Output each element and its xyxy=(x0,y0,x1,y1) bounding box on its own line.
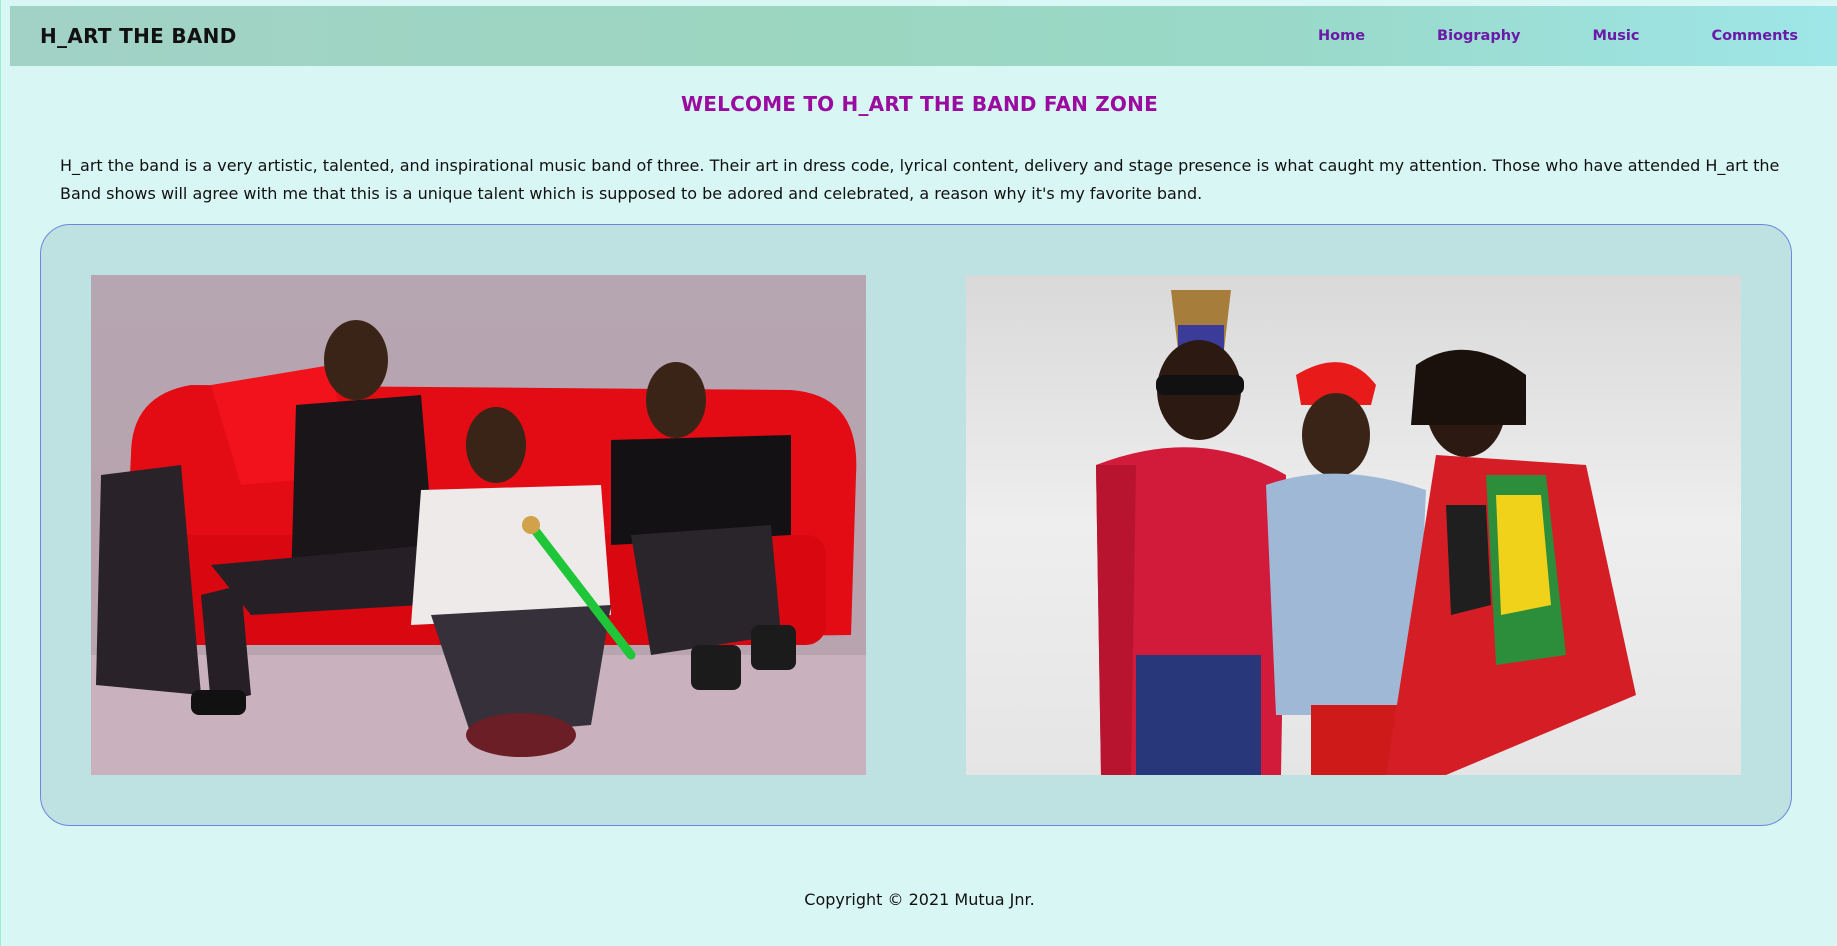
nav-links: Home Biography Music Comments xyxy=(1246,28,1798,44)
nav-link-home[interactable]: Home xyxy=(1318,28,1365,44)
brand-logo-text[interactable]: H_ART THE BAND xyxy=(40,24,237,48)
intro-paragraph: H_art the band is a very artistic, talen… xyxy=(60,156,1780,203)
nav-link-comments[interactable]: Comments xyxy=(1711,28,1798,44)
band-photo-red-sofa-illustration xyxy=(91,320,866,775)
band-photo-colourful xyxy=(966,275,1741,775)
page: H_ART THE BAND Home Biography Music Comm… xyxy=(0,0,1837,946)
photo-gallery xyxy=(40,224,1792,826)
footer-copyright: Copyright © 2021 Mutua Jnr. xyxy=(804,890,1035,909)
nav-link-music[interactable]: Music xyxy=(1593,28,1640,44)
nav-link-biography[interactable]: Biography xyxy=(1437,28,1520,44)
navbar: H_ART THE BAND Home Biography Music Comm… xyxy=(10,6,1837,66)
page-title: WELCOME TO H_ART THE BAND FAN ZONE xyxy=(681,92,1158,116)
band-photo-red-sofa xyxy=(91,275,866,775)
band-photo-colourful-illustration xyxy=(1096,290,1636,775)
